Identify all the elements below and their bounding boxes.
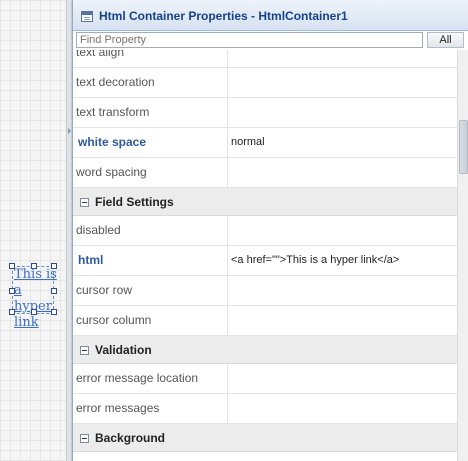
property-name: disabled: [73, 216, 228, 245]
design-canvas[interactable]: This is a hyper link: [0, 0, 66, 461]
window-icon: [81, 11, 93, 22]
find-property-input[interactable]: [76, 32, 423, 48]
group-label: Background: [95, 431, 166, 445]
property-row-text-decoration[interactable]: text decoration: [73, 68, 457, 98]
collapse-icon[interactable]: [80, 434, 89, 443]
property-name: text transform: [73, 98, 228, 127]
search-row: All: [73, 31, 468, 50]
property-value[interactable]: [229, 98, 457, 127]
html-container-widget[interactable]: This is a hyper link: [9, 263, 57, 330]
property-row-error-messages[interactable]: error messages: [73, 394, 457, 424]
property-value[interactable]: [229, 394, 457, 423]
property-row-disabled[interactable]: disabled: [73, 216, 457, 246]
group-label: Validation: [95, 343, 152, 357]
resize-handle-e[interactable]: [51, 288, 57, 294]
property-name: white space: [73, 128, 228, 157]
collapse-icon[interactable]: [80, 346, 89, 355]
property-row-error-message-location[interactable]: error message location: [73, 364, 457, 394]
property-name: word spacing: [73, 158, 228, 187]
property-row-html[interactable]: html <a href="">This is a hyper link</a>: [73, 246, 457, 276]
property-name: html: [73, 246, 228, 275]
property-row-text-align[interactable]: text align: [73, 50, 457, 68]
property-name: error messages: [73, 394, 228, 423]
property-value[interactable]: [229, 216, 457, 245]
resize-handle-s[interactable]: [31, 309, 37, 315]
property-row-text-transform[interactable]: text transform: [73, 98, 457, 128]
property-grid: text align text decoration text transfor…: [73, 50, 457, 461]
resize-handle-n[interactable]: [31, 263, 37, 269]
properties-panel: Html Container Properties - HtmlContaine…: [72, 0, 468, 461]
property-row-word-spacing[interactable]: word spacing: [73, 158, 457, 188]
property-value[interactable]: [229, 276, 457, 305]
property-value[interactable]: [229, 306, 457, 335]
resize-handle-sw[interactable]: [9, 309, 15, 315]
property-value[interactable]: [229, 158, 457, 187]
splitter-arrow-icon[interactable]: [68, 128, 71, 134]
group-label: Field Settings: [95, 195, 174, 209]
property-name: cursor row: [73, 276, 228, 305]
property-value[interactable]: <a href="">This is a hyper link</a>: [229, 246, 457, 275]
property-name: text decoration: [73, 68, 228, 97]
resize-handle-ne[interactable]: [51, 263, 57, 269]
resize-handle-se[interactable]: [51, 309, 57, 315]
property-value[interactable]: [229, 364, 457, 393]
property-name: text align: [73, 50, 228, 67]
property-name: error message location: [73, 364, 228, 393]
resize-handle-nw[interactable]: [9, 263, 15, 269]
property-name: cursor column: [73, 306, 228, 335]
panel-titlebar: Html Container Properties - HtmlContaine…: [73, 0, 468, 31]
group-header-background[interactable]: Background: [73, 424, 457, 452]
resize-handle-w[interactable]: [9, 288, 15, 294]
scrollbar-thumb[interactable]: [459, 120, 468, 174]
group-header-validation[interactable]: Validation: [73, 336, 457, 364]
panel-title: Html Container Properties - HtmlContaine…: [99, 9, 348, 23]
property-row-white-space[interactable]: white space normal: [73, 128, 457, 158]
property-row-cursor-row[interactable]: cursor row: [73, 276, 457, 306]
hyperlink[interactable]: This is a hyper link: [13, 267, 59, 331]
property-row-cursor-column[interactable]: cursor column: [73, 306, 457, 336]
all-button[interactable]: All: [427, 32, 464, 48]
property-value[interactable]: normal: [229, 128, 457, 157]
property-value[interactable]: [229, 50, 457, 67]
group-header-field-settings[interactable]: Field Settings: [73, 188, 457, 216]
collapse-icon[interactable]: [80, 198, 89, 207]
vertical-scrollbar[interactable]: [457, 50, 468, 461]
property-value[interactable]: [229, 68, 457, 97]
